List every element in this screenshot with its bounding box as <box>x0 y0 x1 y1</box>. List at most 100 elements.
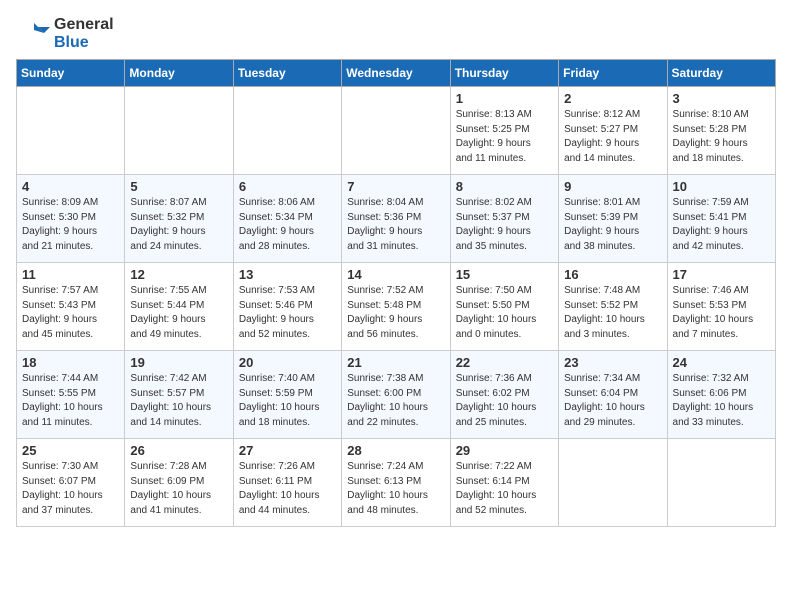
calendar-cell <box>342 87 450 175</box>
logo-bird-icon <box>16 17 50 51</box>
calendar-cell: 6Sunrise: 8:06 AM Sunset: 5:34 PM Daylig… <box>233 175 341 263</box>
logo-line2: Blue <box>54 34 114 52</box>
day-info: Sunrise: 7:32 AM Sunset: 6:06 PM Dayligh… <box>673 372 770 430</box>
day-info: Sunrise: 8:04 AM Sunset: 5:36 PM Dayligh… <box>347 196 444 254</box>
day-number: 10 <box>673 179 770 194</box>
calendar-table: SundayMondayTuesdayWednesdayThursdayFrid… <box>16 59 776 527</box>
calendar-cell: 7 Sunrise: 8:04 AM Sunset: 5:36 PM Daylig… <box>342 175 450 263</box>
week-row-5: 25 Sunrise: 7:30 AM Sunset: 6:07 PM Dayli… <box>17 439 776 527</box>
day-number: 14 <box>347 267 444 282</box>
day-header-wednesday: Wednesday <box>342 60 450 87</box>
day-number: 12 <box>130 267 227 282</box>
calendar-cell: 23 Sunrise: 7:34 AM Sunset: 6:04 PM Dayli… <box>559 351 667 439</box>
calendar-cell: 10 Sunrise: 7:59 AM Sunset: 5:41 PM Dayli… <box>667 175 775 263</box>
day-info: Sunrise: 7:46 AM Sunset: 5:53 PM Dayligh… <box>673 284 770 342</box>
calendar-cell: 3Sunrise: 8:10 AM Sunset: 5:28 PM Daylig… <box>667 87 775 175</box>
calendar-cell: 28Sunrise: 7:24 AM Sunset: 6:13 PM Dayli… <box>342 439 450 527</box>
day-number: 3 <box>673 91 770 106</box>
calendar-cell: 11 Sunrise: 7:57 AM Sunset: 5:43 PM Dayli… <box>17 263 125 351</box>
page-header: General Blue <box>16 16 776 51</box>
day-number: 17 <box>673 267 770 282</box>
calendar-cell <box>17 87 125 175</box>
day-info: Sunrise: 7:44 AM Sunset: 5:55 PM Dayligh… <box>22 372 119 430</box>
day-number: 24 <box>673 355 770 370</box>
day-number: 18 <box>22 355 119 370</box>
day-info: Sunrise: 7:34 AM Sunset: 6:04 PM Dayligh… <box>564 372 661 430</box>
calendar-cell: 21 Sunrise: 7:38 AM Sunset: 6:00 PM Dayli… <box>342 351 450 439</box>
calendar-cell: 9 Sunrise: 8:01 AM Sunset: 5:39 PM Daylig… <box>559 175 667 263</box>
day-number: 6 <box>239 179 336 194</box>
day-info: Sunrise: 7:59 AM Sunset: 5:41 PM Dayligh… <box>673 196 770 254</box>
day-info: Sunrise: 7:24 AM Sunset: 6:13 PM Dayligh… <box>347 460 444 518</box>
calendar-cell: 16Sunrise: 7:48 AM Sunset: 5:52 PM Dayli… <box>559 263 667 351</box>
day-number: 13 <box>239 267 336 282</box>
week-row-1: 1 Sunrise: 8:13 AM Sunset: 5:25 PM Daylig… <box>17 87 776 175</box>
day-info: Sunrise: 7:57 AM Sunset: 5:43 PM Dayligh… <box>22 284 119 342</box>
week-row-2: 4 Sunrise: 8:09 AM Sunset: 5:30 PM Daylig… <box>17 175 776 263</box>
calendar-cell: 8 Sunrise: 8:02 AM Sunset: 5:37 PM Daylig… <box>450 175 558 263</box>
day-info: Sunrise: 8:12 AM Sunset: 5:27 PM Dayligh… <box>564 108 661 166</box>
day-number: 25 <box>22 443 119 458</box>
day-header-thursday: Thursday <box>450 60 558 87</box>
calendar-body: 1 Sunrise: 8:13 AM Sunset: 5:25 PM Daylig… <box>17 87 776 527</box>
day-info: Sunrise: 7:55 AM Sunset: 5:44 PM Dayligh… <box>130 284 227 342</box>
day-number: 20 <box>239 355 336 370</box>
calendar-cell: 24 Sunrise: 7:32 AM Sunset: 6:06 PM Dayli… <box>667 351 775 439</box>
day-info: Sunrise: 8:02 AM Sunset: 5:37 PM Dayligh… <box>456 196 553 254</box>
calendar-header-row: SundayMondayTuesdayWednesdayThursdayFrid… <box>17 60 776 87</box>
calendar-cell <box>125 87 233 175</box>
day-info: Sunrise: 7:50 AM Sunset: 5:50 PM Dayligh… <box>456 284 553 342</box>
day-number: 27 <box>239 443 336 458</box>
day-number: 11 <box>22 267 119 282</box>
calendar-cell: 1 Sunrise: 8:13 AM Sunset: 5:25 PM Daylig… <box>450 87 558 175</box>
day-number: 8 <box>456 179 553 194</box>
day-number: 23 <box>564 355 661 370</box>
day-info: Sunrise: 7:28 AM Sunset: 6:09 PM Dayligh… <box>130 460 227 518</box>
day-info: Sunrise: 7:40 AM Sunset: 5:59 PM Dayligh… <box>239 372 336 430</box>
calendar-cell: 15 Sunrise: 7:50 AM Sunset: 5:50 PM Dayli… <box>450 263 558 351</box>
logo-line1: General <box>54 16 114 34</box>
day-header-monday: Monday <box>125 60 233 87</box>
day-info: Sunrise: 7:52 AM Sunset: 5:48 PM Dayligh… <box>347 284 444 342</box>
day-number: 22 <box>456 355 553 370</box>
day-number: 15 <box>456 267 553 282</box>
day-header-friday: Friday <box>559 60 667 87</box>
calendar-cell: 20 Sunrise: 7:40 AM Sunset: 5:59 PM Dayli… <box>233 351 341 439</box>
calendar-cell: 26 Sunrise: 7:28 AM Sunset: 6:09 PM Dayli… <box>125 439 233 527</box>
calendar-cell <box>233 87 341 175</box>
day-number: 4 <box>22 179 119 194</box>
calendar-cell: 5Sunrise: 8:07 AM Sunset: 5:32 PM Daylig… <box>125 175 233 263</box>
day-number: 1 <box>456 91 553 106</box>
day-header-saturday: Saturday <box>667 60 775 87</box>
week-row-4: 18 Sunrise: 7:44 AM Sunset: 5:55 PM Dayli… <box>17 351 776 439</box>
logo: General Blue <box>16 16 114 51</box>
day-number: 26 <box>130 443 227 458</box>
day-number: 7 <box>347 179 444 194</box>
day-info: Sunrise: 7:30 AM Sunset: 6:07 PM Dayligh… <box>22 460 119 518</box>
calendar-cell: 18 Sunrise: 7:44 AM Sunset: 5:55 PM Dayli… <box>17 351 125 439</box>
calendar-cell: 4 Sunrise: 8:09 AM Sunset: 5:30 PM Daylig… <box>17 175 125 263</box>
calendar-cell <box>559 439 667 527</box>
calendar-cell: 13Sunrise: 7:53 AM Sunset: 5:46 PM Dayli… <box>233 263 341 351</box>
calendar-cell: 17 Sunrise: 7:46 AM Sunset: 5:53 PM Dayli… <box>667 263 775 351</box>
day-info: Sunrise: 8:09 AM Sunset: 5:30 PM Dayligh… <box>22 196 119 254</box>
day-header-sunday: Sunday <box>17 60 125 87</box>
calendar-cell <box>667 439 775 527</box>
day-number: 21 <box>347 355 444 370</box>
day-info: Sunrise: 7:38 AM Sunset: 6:00 PM Dayligh… <box>347 372 444 430</box>
day-info: Sunrise: 7:42 AM Sunset: 5:57 PM Dayligh… <box>130 372 227 430</box>
calendar-cell: 27 Sunrise: 7:26 AM Sunset: 6:11 PM Dayli… <box>233 439 341 527</box>
day-number: 19 <box>130 355 227 370</box>
day-info: Sunrise: 7:26 AM Sunset: 6:11 PM Dayligh… <box>239 460 336 518</box>
day-info: Sunrise: 7:22 AM Sunset: 6:14 PM Dayligh… <box>456 460 553 518</box>
day-info: Sunrise: 8:01 AM Sunset: 5:39 PM Dayligh… <box>564 196 661 254</box>
day-info: Sunrise: 8:13 AM Sunset: 5:25 PM Dayligh… <box>456 108 553 166</box>
calendar-cell: 29 Sunrise: 7:22 AM Sunset: 6:14 PM Dayli… <box>450 439 558 527</box>
calendar-cell: 22Sunrise: 7:36 AM Sunset: 6:02 PM Dayli… <box>450 351 558 439</box>
day-number: 9 <box>564 179 661 194</box>
day-number: 2 <box>564 91 661 106</box>
day-number: 29 <box>456 443 553 458</box>
calendar-cell: 12 Sunrise: 7:55 AM Sunset: 5:44 PM Dayli… <box>125 263 233 351</box>
calendar-cell: 14 Sunrise: 7:52 AM Sunset: 5:48 PM Dayli… <box>342 263 450 351</box>
calendar-cell: 19 Sunrise: 7:42 AM Sunset: 5:57 PM Dayli… <box>125 351 233 439</box>
